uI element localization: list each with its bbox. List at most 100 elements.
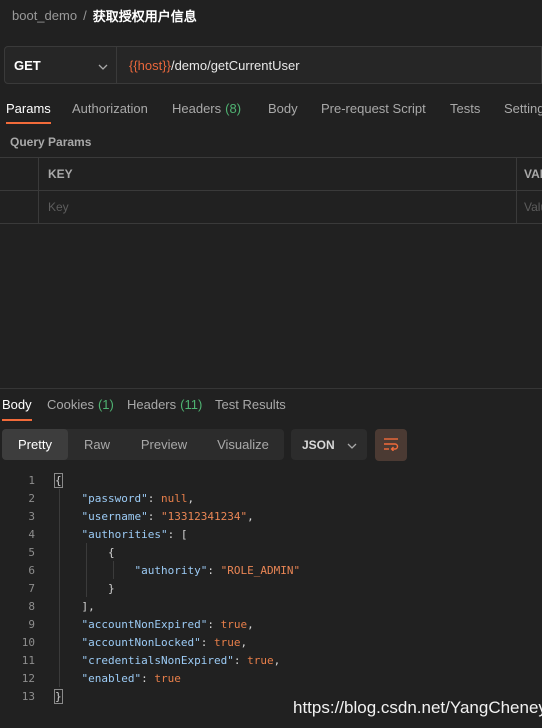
tab-count-badge: (8) <box>225 101 242 116</box>
request-bar: GET {{host}}/demo/getCurrentUser <box>4 46 542 84</box>
indent-guide <box>59 489 60 687</box>
row-checkbox[interactable] <box>0 191 39 223</box>
line-number: 12 <box>21 671 35 685</box>
tab-count-badge: (11) <box>180 397 203 412</box>
code-line: 8 ], <box>0 597 542 615</box>
tab-label: Pre-request Script <box>321 101 426 116</box>
line-number: 7 <box>28 581 35 595</box>
breadcrumb: boot_demo / 获取授权用户信息 <box>0 0 542 30</box>
key-column-header: KEY <box>39 158 517 190</box>
tab-label: Body <box>2 397 32 412</box>
value-input[interactable]: Value <box>517 191 542 223</box>
line-number: 6 <box>28 563 35 577</box>
code-line: 6 "authority": "ROLE_ADMIN" <box>0 561 542 579</box>
code-text: { <box>55 545 115 559</box>
format-select[interactable]: JSON <box>291 429 367 460</box>
view-preview-button[interactable]: Preview <box>126 429 202 460</box>
tab-label: Headers <box>172 101 222 116</box>
value-column-header: VALUE <box>524 167 542 181</box>
tab-label: Headers <box>127 397 177 412</box>
view-raw-button[interactable]: Raw <box>68 429 126 460</box>
code-line: 7 } <box>0 579 542 597</box>
tab-count-badge: (1) <box>97 397 114 412</box>
code-text: { <box>54 472 63 488</box>
line-number: 3 <box>28 509 35 523</box>
tab-pre-request-script[interactable]: Pre-request Script <box>321 94 426 124</box>
chevron-down-icon <box>347 438 357 452</box>
key-input[interactable]: Key <box>39 191 517 223</box>
indent-guide <box>86 543 87 597</box>
code-line: 9 "accountNonExpired": true, <box>0 615 542 633</box>
tab-settings[interactable]: Settings <box>504 94 542 124</box>
query-params-table: KEY VALUE Key Value <box>0 157 542 224</box>
view-pretty-button[interactable]: Pretty <box>2 429 68 460</box>
breadcrumb-separator: / <box>83 7 87 23</box>
tab-label: Params <box>6 101 51 116</box>
table-row: Key Value <box>0 191 542 224</box>
code-line: 5 { <box>0 543 542 561</box>
view-visualize-button[interactable]: Visualize <box>202 429 284 460</box>
line-number: 4 <box>28 527 35 541</box>
code-text: "enabled": true <box>81 671 181 685</box>
code-line: 1{ <box>0 471 542 489</box>
code-line: 2 "password": null, <box>0 489 542 507</box>
code-text: } <box>55 581 115 595</box>
code-text: "authorities": [ <box>81 527 188 541</box>
line-number: 11 <box>21 653 35 667</box>
breadcrumb-collection[interactable]: boot_demo <box>12 8 77 23</box>
code-text: "username": "13312341234", <box>81 509 254 523</box>
query-params-label: Query Params <box>10 135 92 149</box>
response-tab-body[interactable]: Body <box>2 389 32 421</box>
tab-label: Settings <box>504 101 542 116</box>
tab-body[interactable]: Body <box>268 94 298 124</box>
code-line: 10 "accountNonLocked": true, <box>0 633 542 651</box>
indent-guide <box>113 561 114 579</box>
code-text: } <box>54 688 63 704</box>
line-number: 10 <box>21 635 35 649</box>
code-line: 12 "enabled": true <box>0 669 542 687</box>
wrap-lines-button[interactable] <box>375 429 407 461</box>
code-text: "password": null, <box>81 491 195 505</box>
chevron-down-icon <box>98 58 108 73</box>
line-number: 8 <box>28 599 35 613</box>
tab-tests[interactable]: Tests <box>450 94 480 124</box>
response-tabs: Body Cookies (1) Headers (11) Test Results <box>0 389 542 421</box>
tab-label: Test Results <box>215 397 286 412</box>
tab-label: Tests <box>450 101 481 116</box>
response-tab-cookies[interactable]: Cookies (1) <box>47 389 114 421</box>
tab-label: Authorization <box>72 101 148 116</box>
code-line: 11 "credentialsNonExpired": true, <box>0 651 542 669</box>
code-text: "credentialsNonExpired": true, <box>81 653 281 667</box>
code-text: "accountNonExpired": true, <box>81 617 254 631</box>
tab-label: Body <box>268 101 298 116</box>
method-label: GET <box>14 57 41 73</box>
method-select[interactable]: GET <box>5 47 117 83</box>
tab-authorization[interactable]: Authorization <box>72 94 148 124</box>
response-tab-test-results[interactable]: Test Results <box>215 389 286 421</box>
line-number: 5 <box>28 545 35 559</box>
response-body-code[interactable]: 1{2 "password": null, 3 "username": "1331… <box>0 471 542 705</box>
code-line: 4 "authorities": [ <box>0 525 542 543</box>
wrap-lines-icon <box>383 437 399 454</box>
view-mode-group: Pretty Raw Preview Visualize <box>2 429 284 460</box>
tab-headers[interactable]: Headers (8) <box>172 94 241 124</box>
code-text: "authority": "ROLE_ADMIN" <box>134 563 301 577</box>
response-tab-headers[interactable]: Headers (11) <box>127 389 202 421</box>
checkbox-column <box>0 158 39 190</box>
code-text: "accountNonLocked": true, <box>81 635 248 649</box>
watermark-text: https://blog.csdn.net/YangCheney <box>293 698 542 717</box>
code-line: 3 "username": "13312341234", <box>0 507 542 525</box>
request-name[interactable]: 获取授权用户信息 <box>93 6 197 25</box>
tab-params[interactable]: Params <box>6 94 51 124</box>
url-variable: {{host}} <box>129 57 171 73</box>
line-number: 13 <box>21 689 35 703</box>
line-number: 1 <box>28 473 35 487</box>
line-number: 2 <box>28 491 35 505</box>
code-text: ], <box>55 599 95 613</box>
format-label: JSON <box>302 437 335 452</box>
url-path: /demo/getCurrentUser <box>170 57 300 73</box>
url-input[interactable]: {{host}}/demo/getCurrentUser <box>117 47 541 83</box>
table-header-row: KEY VALUE <box>0 158 542 191</box>
tab-label: Cookies <box>47 397 94 412</box>
request-tabs: Params Authorization Headers (8) Body Pre-req… <box>0 94 542 124</box>
